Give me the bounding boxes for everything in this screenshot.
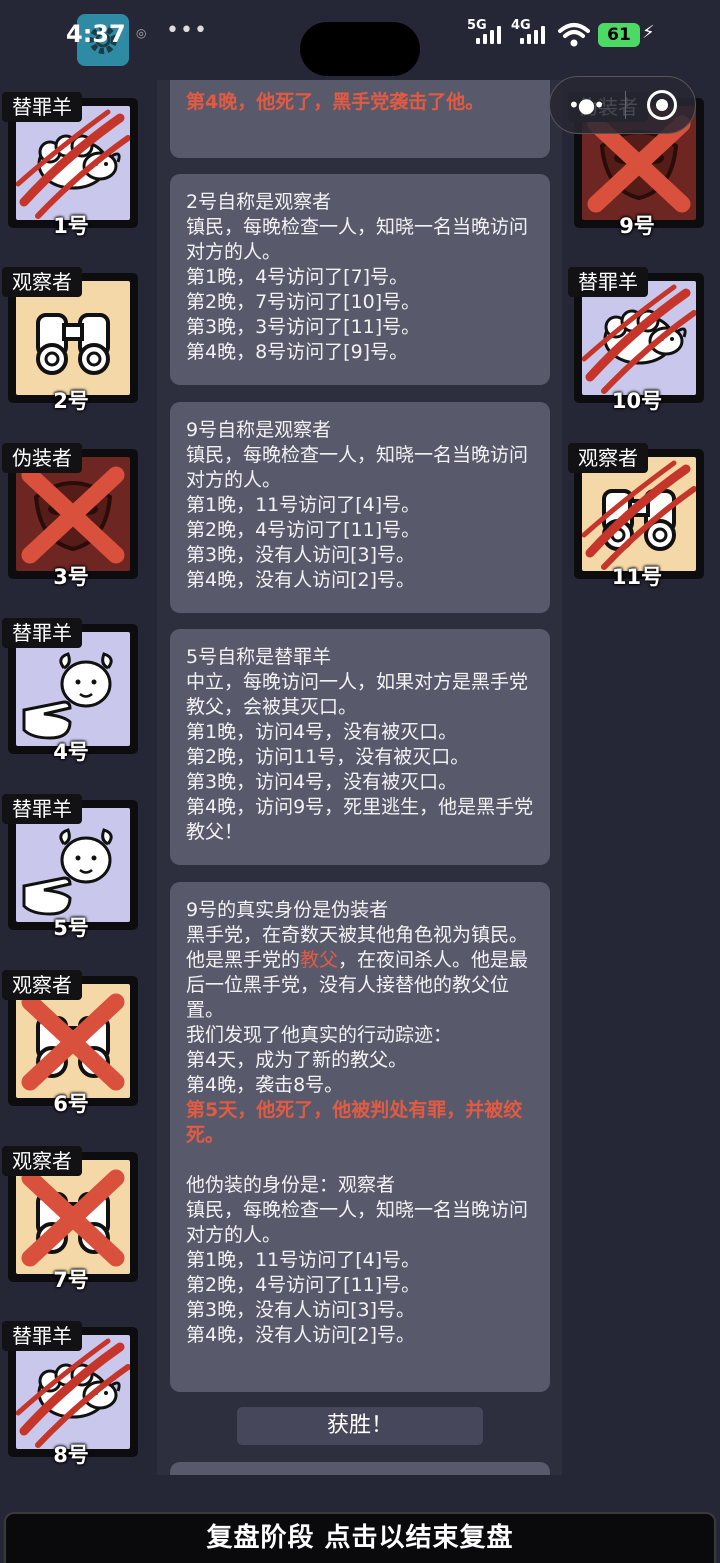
- dead-cross-icon: [21, 1169, 125, 1267]
- message-bubble: 第4晚，他死了，黑手党袭击了他。: [170, 80, 550, 158]
- dots-icon[interactable]: •●•: [568, 93, 605, 117]
- card-portrait: [16, 808, 130, 922]
- capsule-divider: [624, 91, 626, 119]
- dead-cross-icon: [21, 993, 125, 1091]
- message-text: 2号自称是观察者 镇民，每晚检查一人，知晓一名当晚访问对方的人。 第1晚，4号访…: [186, 191, 529, 363]
- card-portrait: [16, 281, 130, 395]
- signal-icon-2: [520, 24, 545, 44]
- claw-slash-icon: [582, 460, 696, 570]
- player-card[interactable]: 替罪羊 1号: [2, 92, 140, 238]
- charging-icon: ⚡: [642, 22, 655, 43]
- player-card[interactable]: 替罪羊 4号: [2, 618, 140, 764]
- death-notice: 第4晚，他死了，黑手党袭击了他。: [186, 91, 485, 113]
- role-tag: 替罪羊: [2, 92, 82, 122]
- role-tag: 观察者: [2, 1146, 82, 1176]
- claw-slash-icon: [582, 284, 696, 394]
- role-tag: 观察者: [2, 970, 82, 1000]
- status-bar: 4:37 ◎ ••• 5G 4G 61 ⚡: [0, 0, 720, 80]
- camera-notch: [300, 22, 420, 76]
- disguise-text: 他伪装的身份是：观察者 镇民，每晚检查一人，知晓一名当晚访问对方的人。 第1晚，…: [186, 1174, 529, 1346]
- end-review-bar[interactable]: 复盘阶段 点击以结束复盘: [4, 1512, 716, 1563]
- player-card[interactable]: 观察者 11号: [568, 443, 706, 589]
- message-bubble: 2号自称是观察者 镇民，每晚检查一人，知晓一名当晚访问对方的人。 第1晚，4号访…: [170, 174, 550, 385]
- wifi-icon: [558, 23, 590, 47]
- dead-cross-icon: [21, 466, 125, 564]
- player-number: 7号: [53, 1268, 89, 1292]
- miniprogram-capsule[interactable]: •●•: [549, 76, 696, 134]
- player-card[interactable]: 替罪羊 5号: [2, 794, 140, 940]
- card-portrait: [16, 632, 130, 746]
- player-number: 11号: [611, 565, 663, 589]
- target-icon[interactable]: [646, 90, 677, 120]
- player-number: 4号: [53, 740, 89, 764]
- reveal-bubble: 9号的真实身份是伪装者 黑手党，在奇数天被其他角色视为镇民。 他是黑手党的教父，…: [170, 882, 550, 1392]
- app-indicator-icon: ◎: [136, 26, 147, 40]
- claw-slash-icon: [16, 1338, 130, 1448]
- sheep-pointing-icon: [22, 652, 113, 740]
- keyword-godfather: 教父: [300, 949, 339, 971]
- player-card[interactable]: 观察者 7号: [2, 1146, 140, 1292]
- message-text: 5号自称是替罪羊 中立，每晚访问一人，如果对方是黑手党教父，会被其灭口。 第1晚…: [186, 646, 534, 843]
- role-tag: 替罪羊: [2, 794, 82, 824]
- player-number: 8号: [53, 1443, 89, 1467]
- message-bubble-partial: [170, 1462, 550, 1475]
- battery-indicator: 61: [598, 23, 640, 47]
- player-number: 5号: [53, 916, 89, 940]
- player-card[interactable]: 替罪羊 10号: [568, 267, 706, 413]
- claw-slash-icon: [16, 109, 130, 219]
- message-bubble: 9号自称是观察者 镇民，每晚检查一人，知晓一名当晚访问对方的人。 第1晚，11号…: [170, 402, 550, 613]
- player-number: 9号: [619, 214, 655, 238]
- victory-label: 获胜！: [237, 1407, 483, 1445]
- player-number: 10号: [611, 389, 663, 413]
- role-tag: 观察者: [2, 267, 82, 297]
- player-number: 1号: [53, 214, 89, 238]
- binoculars-icon: [36, 313, 110, 375]
- message-text: 9号自称是观察者 镇民，每晚检查一人，知晓一名当晚访问对方的人。 第1晚，11号…: [186, 419, 529, 591]
- player-card[interactable]: 伪装者 3号: [2, 443, 140, 589]
- clock: 4:37: [66, 20, 126, 48]
- sheep-pointing-icon: [22, 828, 113, 916]
- player-card[interactable]: 观察者 2号: [2, 267, 140, 413]
- reveal-text-2: ，在夜间杀人。他是最后一位黑手党，没有人接替他的教父位置。 我们发现了他真实的行…: [186, 949, 529, 1096]
- message-bubble: 5号自称是替罪羊 中立，每晚访问一人，如果对方是黑手党教父，会被其灭口。 第1晚…: [170, 629, 550, 865]
- player-number: 2号: [53, 389, 89, 413]
- player-card[interactable]: 观察者 6号: [2, 970, 140, 1116]
- role-tag: 替罪羊: [2, 618, 82, 648]
- execution-notice: 第5天，他死了，他被判处有罪，并被绞死。: [186, 1099, 523, 1146]
- message-feed[interactable]: 第4晚，他死了，黑手党袭击了他。 2号自称是观察者 镇民，每晚检查一人，知晓一名…: [157, 80, 562, 1475]
- role-tag: 伪装者: [2, 443, 82, 473]
- role-tag: 替罪羊: [2, 1321, 82, 1351]
- more-icon: •••: [166, 18, 208, 43]
- role-tag: 替罪羊: [568, 267, 648, 297]
- player-card[interactable]: 替罪羊 8号: [2, 1321, 140, 1467]
- signal-icon: [476, 24, 501, 44]
- role-tag: 观察者: [568, 443, 648, 473]
- player-number: 3号: [53, 565, 89, 589]
- player-number: 6号: [53, 1092, 89, 1116]
